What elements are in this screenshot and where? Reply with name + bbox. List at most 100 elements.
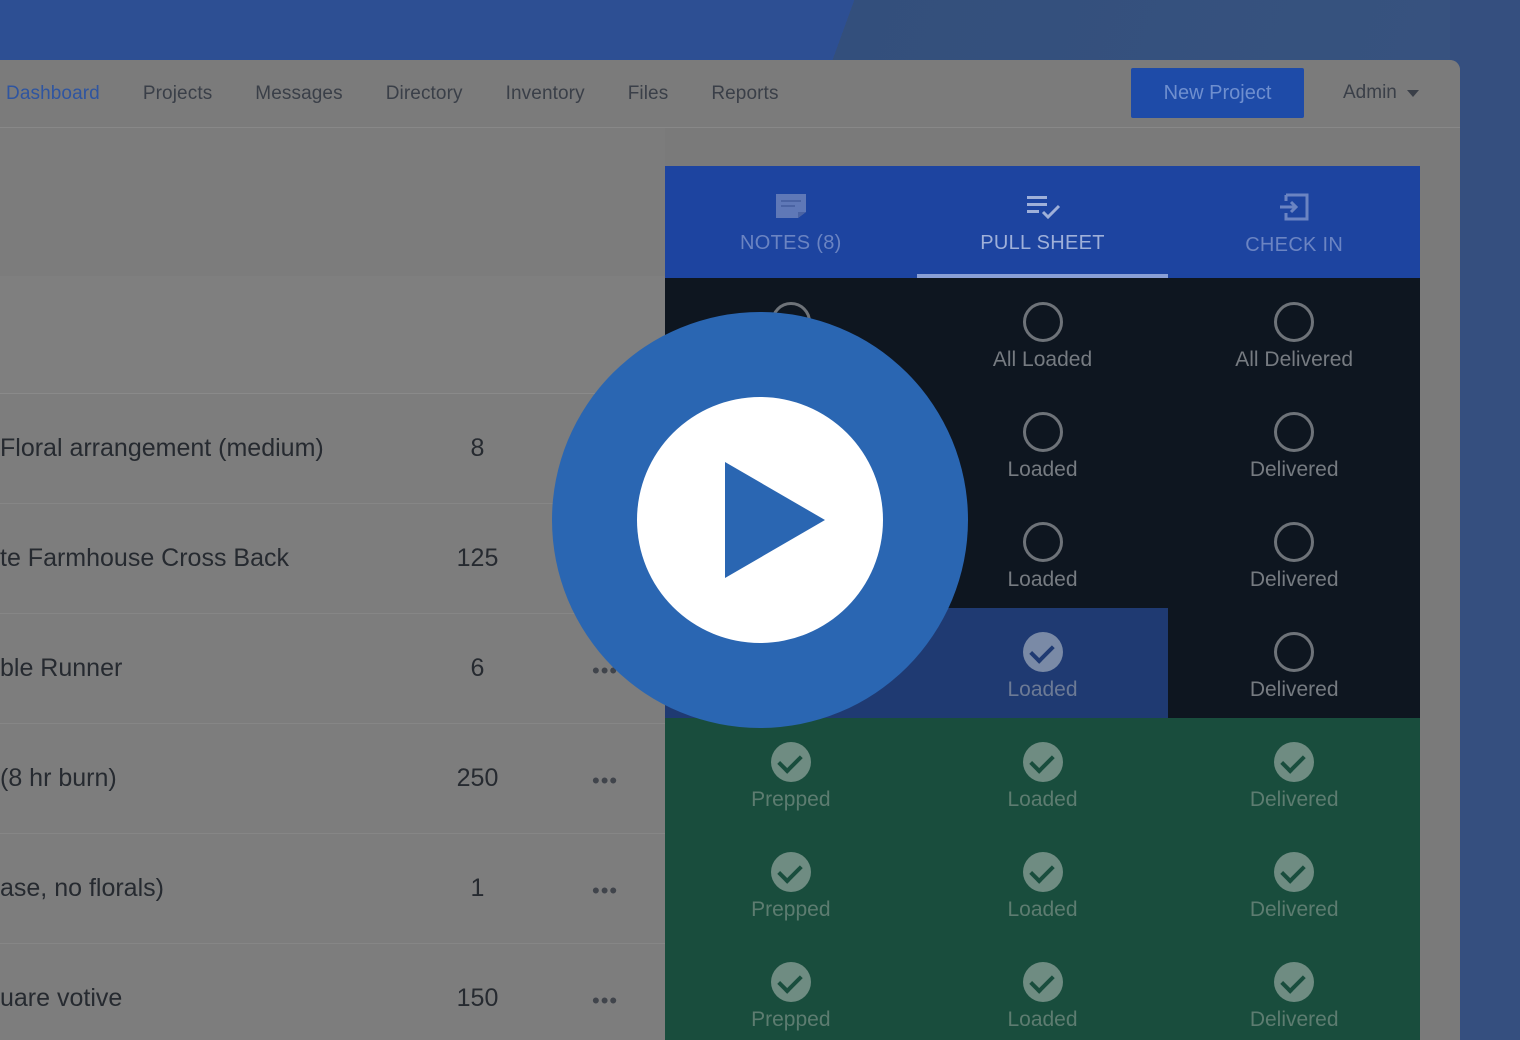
status-label: Loaded [1007,788,1078,811]
check-circle-icon [1274,742,1315,782]
item-qty: 125 [456,544,499,572]
status-label: Delivered [1249,678,1339,701]
panel-tabs: NOTES (8) PULL SHEET CHECK IN [665,166,1420,278]
play-button[interactable] [552,312,968,728]
status-cell[interactable]: Prepped [665,828,917,938]
check-circle-icon [1022,852,1063,892]
status-cell[interactable]: Loaded [916,828,1169,938]
item-qty: 250 [456,764,499,792]
status-label: Delivered [1249,568,1339,591]
status-cell[interactable]: Prepped [665,718,917,828]
nav-reports[interactable]: Reports [711,83,778,105]
status-cell[interactable]: Delivered [1168,938,1421,1040]
item-name: ble Runner [0,654,123,682]
empty-circle-icon [1022,522,1063,562]
item-qty: 6 [470,654,485,682]
status-label: Loaded [1007,568,1078,591]
checklist-icon [1026,196,1060,220]
more-icon[interactable]: ••• [592,768,618,794]
nav-projects[interactable]: Projects [143,83,212,105]
empty-circle-icon [1022,302,1063,342]
status-label: Delivered [1249,458,1339,481]
status-label: Prepped [751,1008,831,1031]
status-cell[interactable]: Delivered [1168,388,1421,498]
check-circle-icon [1274,962,1315,1002]
status-cell[interactable]: Delivered [1168,718,1421,828]
item-name: uare votive [0,984,123,1012]
status-cell[interactable]: Loaded [916,938,1169,1040]
status-label: Loaded [1007,458,1078,481]
nav-messages[interactable]: Messages [255,83,342,105]
nav-files[interactable]: Files [628,83,669,105]
item-qty: 8 [470,434,485,462]
play-icon [725,462,825,578]
nav-list: Dashboard Projects Messages Directory In… [0,83,822,105]
tab-pull-sheet[interactable]: PULL SHEET [916,166,1169,278]
empty-circle-icon [1274,632,1315,672]
play-button-inner [637,397,883,643]
status-label: Prepped [751,898,831,921]
tab-notes[interactable]: NOTES (8) [665,166,917,278]
empty-circle-icon [1274,302,1315,342]
tab-label: PULL SHEET [980,232,1105,254]
status-label: Loaded [1007,898,1078,921]
status-label: Prepped [751,788,831,811]
status-cell[interactable]: All Delivered [1168,278,1421,388]
status-label: Delivered [1249,1008,1339,1031]
status-row: Prepped Loaded Delivered [665,718,1421,828]
check-circle-icon [1022,632,1063,672]
more-icon[interactable]: ••• [592,988,618,1014]
empty-circle-icon [1022,412,1063,452]
left-header [0,128,665,276]
check-circle-icon [770,742,811,782]
top-navbar: Dashboard Projects Messages Directory In… [0,60,1460,128]
left-subheader [0,276,665,394]
status-label: Loaded [1007,1008,1078,1031]
table-row[interactable]: uare votive 150 ••• [0,944,665,1040]
check-in-icon [1280,193,1309,221]
check-circle-icon [1274,852,1315,892]
status-cell[interactable]: Delivered [1168,608,1421,718]
empty-circle-icon [1274,412,1315,452]
nav-dashboard[interactable]: Dashboard [6,83,100,105]
table-row[interactable]: ble Runner 6 ••• [0,614,665,724]
item-name: (8 hr burn) [0,764,117,792]
table-row[interactable]: (8 hr burn) 250 ••• [0,724,665,834]
item-name: te Farmhouse Cross Back [0,544,289,572]
tab-check-in[interactable]: CHECK IN [1168,166,1420,278]
status-label: All Delivered [1235,348,1354,371]
status-cell[interactable]: Delivered [1168,498,1421,608]
check-circle-icon [770,852,811,892]
status-label: All Loaded [992,348,1093,371]
note-icon [775,194,806,218]
caret-down-icon [1406,89,1419,97]
admin-label: Admin [1343,82,1397,103]
more-icon[interactable]: ••• [592,878,618,904]
admin-menu[interactable]: Admin [1343,82,1419,104]
status-row: Prepped Loaded Delivered [665,828,1421,938]
background-edge [1450,0,1520,1040]
check-circle-icon [1022,962,1063,1002]
item-qty: 1 [470,874,485,902]
check-circle-icon [770,962,811,1002]
status-cell[interactable]: All Loaded [916,278,1169,388]
empty-circle-icon [1274,522,1315,562]
item-name: ase, no florals) [0,874,164,902]
table-row[interactable]: ase, no florals) 1 ••• [0,834,665,944]
status-row: Prepped Loaded Delivered [665,938,1421,1040]
status-cell[interactable]: Prepped [665,938,917,1040]
new-project-button[interactable]: New Project [1131,68,1304,118]
item-qty: 150 [456,984,499,1012]
item-name: Floral arrangement (medium) [0,434,324,462]
check-circle-icon [1022,742,1063,782]
status-label: Delivered [1249,788,1339,811]
nav-inventory[interactable]: Inventory [506,83,585,105]
status-cell[interactable]: Delivered [1168,828,1421,938]
nav-directory[interactable]: Directory [386,83,463,105]
status-cell[interactable]: Loaded [916,718,1169,828]
tab-label: CHECK IN [1245,234,1344,256]
status-label: Loaded [1007,678,1078,701]
tab-label: NOTES (8) [740,232,842,254]
status-cell[interactable]: Loaded [916,608,1169,718]
status-label: Delivered [1249,898,1339,921]
